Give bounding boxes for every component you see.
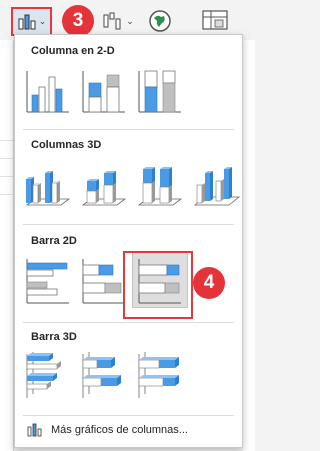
3d-clustered-column-option[interactable] <box>23 159 73 209</box>
clustered-column-icon <box>26 71 69 113</box>
stacked-bar-icon <box>82 259 125 304</box>
map-chart-icon <box>149 10 171 32</box>
column-chart-gallery: Columna en 2-D Columnas 3D Barra 2D 4 Ba… <box>14 34 243 448</box>
3d-100-stacked-column-option[interactable] <box>135 159 185 209</box>
selection-highlight <box>123 251 193 319</box>
section-title-2d-bar: Barra 2D <box>31 235 77 247</box>
3d-clustered-bar-option[interactable] <box>23 350 73 400</box>
3d-column-option[interactable] <box>191 159 241 209</box>
100-stacked-column-option[interactable] <box>135 65 185 115</box>
100-stacked-column-icon <box>138 70 181 113</box>
clustered-bar-option[interactable] <box>23 255 73 305</box>
3d-100-stacked-bar-icon <box>138 352 179 398</box>
3d-stacked-column-option[interactable] <box>79 159 129 209</box>
section-divider <box>23 322 234 323</box>
insert-column-chart-button[interactable]: ⌄ <box>11 7 52 36</box>
worksheet-edge <box>0 40 14 451</box>
more-column-charts-link[interactable]: Más gráficos de columnas... <box>27 420 227 440</box>
section-title-3d-column: Columnas 3D <box>31 139 102 151</box>
3d-100-stacked-bar-option[interactable] <box>135 350 185 400</box>
section-divider <box>23 224 234 225</box>
more-column-charts-label: Más gráficos de columnas... <box>51 424 188 436</box>
stacked-column-option[interactable] <box>79 65 129 115</box>
stacked-bar-option[interactable] <box>79 255 129 305</box>
waterfall-chart-icon <box>103 12 121 30</box>
step-callout-4: 4 <box>193 267 225 299</box>
pivot-chart-icon <box>202 10 228 30</box>
column-chart-icon <box>27 423 42 437</box>
3d-100-stacked-column-icon <box>137 167 183 206</box>
3d-stacked-bar-option[interactable] <box>79 350 129 400</box>
step-callout-3: 3 <box>62 5 94 37</box>
map-chart-button[interactable] <box>146 6 174 36</box>
3d-stacked-column-icon <box>81 171 127 206</box>
pivot-chart-button[interactable] <box>198 6 232 36</box>
3d-clustered-bar-icon <box>26 352 61 398</box>
chevron-down-icon: ⌄ <box>126 15 134 26</box>
clustered-column-option[interactable] <box>23 65 73 115</box>
3d-column-icon <box>193 167 241 206</box>
worksheet-edge-right <box>243 40 255 451</box>
section-divider <box>23 415 234 416</box>
waterfall-chart-button[interactable]: ⌄ <box>100 6 136 36</box>
stacked-column-icon <box>82 71 125 113</box>
clustered-bar-icon <box>26 259 69 304</box>
section-title-3d-bar: Barra 3D <box>31 331 77 343</box>
3d-stacked-bar-icon <box>82 352 121 398</box>
section-divider <box>23 129 234 130</box>
3d-clustered-column-icon <box>25 171 71 206</box>
column-chart-icon <box>18 14 36 29</box>
section-title-2d-column: Columna en 2-D <box>31 45 115 57</box>
chevron-down-icon: ⌄ <box>38 16 47 26</box>
